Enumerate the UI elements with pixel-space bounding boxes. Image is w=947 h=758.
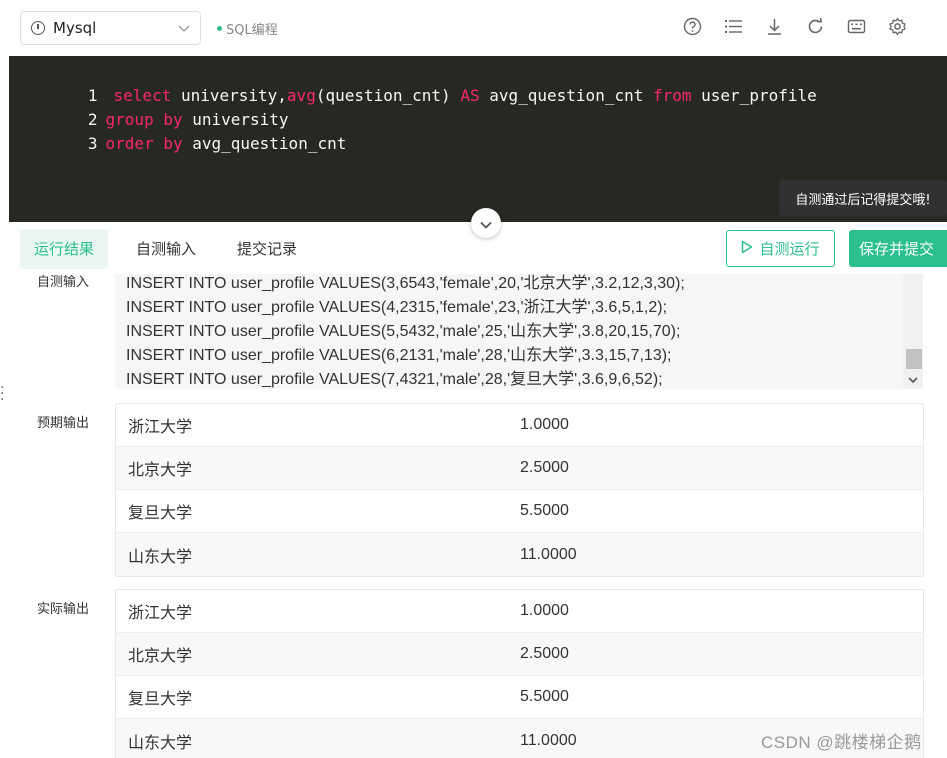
scrollbar[interactable] bbox=[903, 274, 923, 389]
chevron-down-icon[interactable] bbox=[906, 372, 920, 386]
code-token: avg_question_cnt bbox=[479, 86, 653, 105]
input-line: INSERT INTO user_profile VALUES(5,5432,'… bbox=[126, 323, 681, 340]
code-line-2: 2 group by university bbox=[9, 84, 289, 129]
code-token: avg bbox=[286, 86, 316, 105]
custom-input-label: 自测输入 bbox=[37, 275, 90, 290]
table-cell: 山东大学 bbox=[128, 548, 193, 566]
table-cell: 2.5000 bbox=[520, 459, 569, 476]
table-cell: 11.0000 bbox=[520, 545, 577, 563]
input-line: INSERT INTO user_profile VALUES(7,4321,'… bbox=[126, 371, 663, 388]
expected-output-label: 预期输出 bbox=[37, 416, 90, 431]
input-line: INSERT INTO user_profile VALUES(6,2131,'… bbox=[126, 347, 672, 364]
chevron-down-icon bbox=[480, 214, 492, 233]
code-token: avg_question_cnt bbox=[182, 134, 347, 153]
table-cell: 浙江大学 bbox=[128, 419, 193, 436]
database-select-value: Mysql bbox=[53, 19, 97, 37]
download-icon[interactable] bbox=[765, 17, 784, 36]
table-row: 北京大学 2.5000 bbox=[116, 447, 923, 490]
table-cell: 山东大学 bbox=[128, 734, 193, 752]
refresh-icon[interactable] bbox=[806, 17, 825, 36]
table-cell: 复旦大学 bbox=[128, 505, 193, 522]
self-test-run-button[interactable]: 自测运行 bbox=[726, 230, 835, 267]
actual-output-label: 实际输出 bbox=[37, 602, 90, 617]
table-row: 山东大学 11.0000 bbox=[116, 533, 923, 576]
chevron-down-icon bbox=[178, 22, 190, 34]
play-icon bbox=[741, 240, 753, 258]
save-and-submit-button[interactable]: 保存并提交 bbox=[849, 230, 947, 267]
tab-custom-input[interactable]: 自测输入 bbox=[122, 229, 210, 269]
tab-result[interactable]: 运行结果 bbox=[20, 229, 109, 269]
code-token: (question_cnt) bbox=[315, 86, 461, 105]
drag-handle[interactable]: · · · bbox=[0, 381, 4, 407]
info-circle-icon bbox=[31, 21, 45, 35]
mode-label: SQL编程 bbox=[226, 23, 278, 38]
table-row: 复旦大学 5.5000 bbox=[116, 490, 923, 533]
collapse-panel-button[interactable] bbox=[471, 208, 501, 238]
table-cell: 复旦大学 bbox=[128, 691, 193, 708]
table-cell: 5.5000 bbox=[520, 502, 569, 519]
keyboard-icon[interactable] bbox=[847, 17, 866, 36]
database-select[interactable]: Mysql bbox=[20, 11, 201, 45]
table-cell: 北京大学 bbox=[128, 648, 193, 665]
list-icon[interactable] bbox=[724, 17, 743, 36]
status-dot bbox=[217, 26, 222, 31]
table-row: 复旦大学 5.5000 bbox=[116, 676, 923, 719]
gear-icon[interactable] bbox=[888, 17, 907, 36]
expected-output-table: 浙江大学 1.0000 北京大学 2.5000 复旦大学 5.5000 山东大学 11.… bbox=[115, 403, 924, 577]
input-line: INSERT INTO user_profile VALUES(3,6543,'… bbox=[126, 275, 685, 292]
code-token: from bbox=[652, 86, 692, 105]
table-cell: 1.0000 bbox=[520, 416, 569, 433]
watermark: CSDN @跳楼梯企鹅 bbox=[761, 733, 922, 752]
table-cell: 2.5000 bbox=[520, 645, 569, 662]
table-cell: 5.5000 bbox=[520, 688, 569, 705]
code-line-3: 3 order by avg_question_cnt bbox=[9, 108, 346, 153]
code-token: order by bbox=[105, 134, 183, 153]
submit-reminder-tooltip: 自测通过后记得提交哦! bbox=[779, 180, 947, 216]
code-token: AS bbox=[460, 86, 480, 105]
scroll-thumb[interactable] bbox=[906, 349, 922, 369]
input-line: INSERT INTO user_profile VALUES(4,2315,'… bbox=[126, 299, 668, 316]
help-circle-icon[interactable] bbox=[683, 17, 702, 36]
table-cell: 1.0000 bbox=[520, 602, 569, 619]
tab-submit-history[interactable]: 提交记录 bbox=[223, 229, 311, 269]
self-test-run-label: 自测运行 bbox=[759, 240, 820, 258]
table-row: 北京大学 2.5000 bbox=[116, 633, 923, 676]
table-row: 浙江大学 1.0000 bbox=[116, 404, 923, 447]
table-cell: 浙江大学 bbox=[128, 605, 193, 622]
custom-input-box[interactable]: INSERT INTO user_profile VALUES(3,6543,'… bbox=[115, 274, 923, 389]
mode-tag: SQL编程 bbox=[217, 19, 278, 38]
code-token: user_profile bbox=[691, 86, 817, 105]
code-line-1: 1 select university,avg(question_cnt) AS … bbox=[9, 60, 817, 105]
table-row: 浙江大学 1.0000 bbox=[116, 590, 923, 633]
line-number: 3 bbox=[87, 134, 98, 153]
top-toolbar: Mysql SQL编程 bbox=[0, 0, 947, 56]
table-cell: 北京大学 bbox=[128, 462, 193, 479]
tool-icons bbox=[683, 17, 907, 36]
